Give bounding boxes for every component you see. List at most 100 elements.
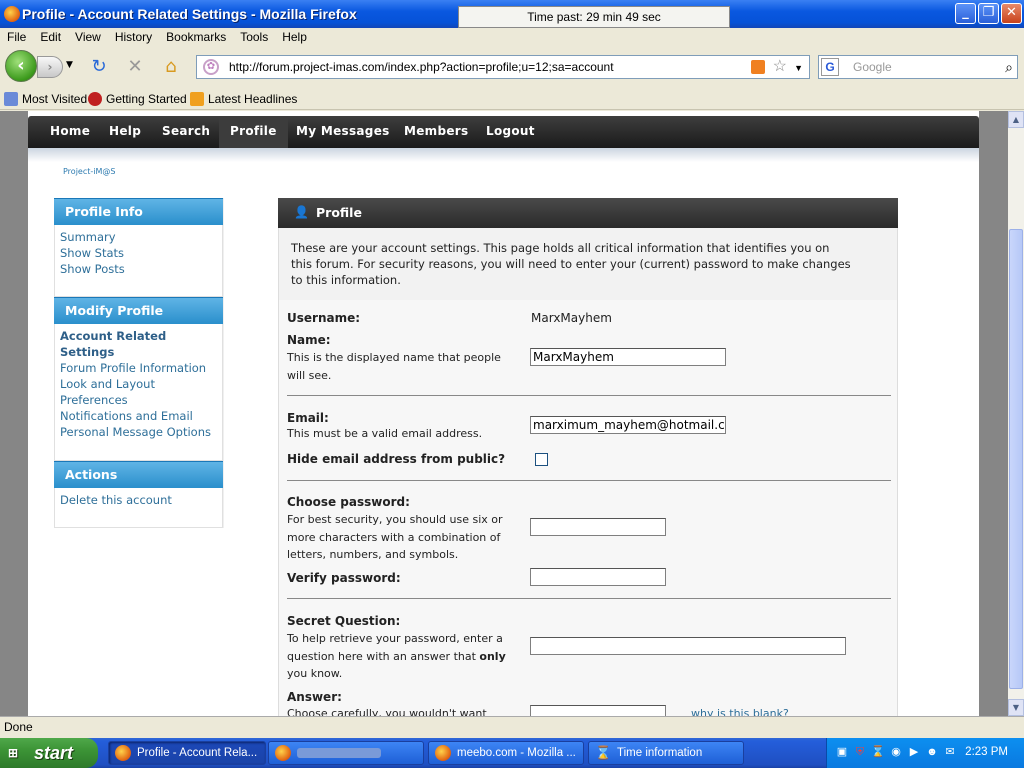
firefox-icon <box>275 745 291 761</box>
page-scrollbar[interactable]: ▲ ▼ <box>1008 111 1024 716</box>
task-time-information[interactable]: ⌛ Time information <box>588 741 744 765</box>
sidebar-link-account-related-line1[interactable]: Account Related <box>60 328 166 344</box>
search-magnifier-icon[interactable]: ⌕ <box>1005 56 1013 78</box>
menu-history[interactable]: History <box>108 28 159 44</box>
secret-question-label: Secret Question: <box>287 614 401 628</box>
forward-button[interactable]: › <box>37 56 63 78</box>
brand-logo[interactable]: Project-iM@S <box>63 167 115 176</box>
sidebar-heading-profile-info: Profile Info <box>54 198 223 225</box>
clock: 2:23 PM <box>965 746 1008 758</box>
nav-home[interactable]: Home <box>39 116 101 148</box>
messenger-icon[interactable]: ☻ <box>925 745 939 759</box>
answer-input[interactable] <box>530 705 666 716</box>
bookmark-latest-headlines[interactable]: Latest Headlines <box>190 92 297 106</box>
sidebar-heading-actions: Actions <box>54 461 223 488</box>
search-placeholder: Google <box>853 60 892 74</box>
media-icon[interactable]: ▶ <box>907 745 921 759</box>
name-description: This is the displayed name that people w… <box>287 351 501 382</box>
back-button[interactable]: ‹ <box>5 50 37 82</box>
firefox-icon <box>115 745 131 761</box>
username-value: MarxMayhem <box>531 311 612 325</box>
choose-password-input[interactable] <box>530 518 666 536</box>
status-bar: Done <box>0 716 1024 738</box>
search-engine-icon[interactable]: G <box>821 58 839 76</box>
profile-panel: 👤 Profile These are your account setting… <box>278 198 898 716</box>
network-icon[interactable]: ▣ <box>835 745 849 759</box>
answer-label: Answer: <box>287 690 342 704</box>
secret-question-input[interactable] <box>530 637 846 655</box>
im-icon[interactable]: ✉ <box>943 745 957 759</box>
forum-page: Home Help Search Profile My Messages Mem… <box>28 111 979 716</box>
sidebar-link-show-posts[interactable]: Show Posts <box>60 261 125 277</box>
bookmark-star-icon[interactable]: ☆ <box>773 56 787 78</box>
choose-password-label: Choose password: <box>287 495 410 509</box>
firefox-icon <box>4 6 20 22</box>
url-dropdown-icon[interactable]: ▼ <box>794 57 803 79</box>
rss-bookmark-icon <box>190 92 204 106</box>
firefox-bookmark-icon <box>88 92 102 106</box>
name-input[interactable]: MarxMayhem <box>530 348 726 366</box>
nav-help[interactable]: Help <box>98 116 152 148</box>
hide-email-checkbox[interactable] <box>535 453 548 466</box>
intro-text: These are your account settings. This pa… <box>291 241 851 287</box>
shield-icon[interactable]: ⛨ <box>853 745 867 759</box>
close-button[interactable]: ✕ <box>1001 3 1022 24</box>
sidebar-link-account-related-line2[interactable]: Settings <box>60 344 114 360</box>
speaker-icon[interactable]: ◉ <box>889 745 903 759</box>
nav-members[interactable]: Members <box>393 116 479 148</box>
sidebar-box-modify-profile: Account Related Settings Forum Profile I… <box>54 324 223 461</box>
nav-profile[interactable]: Profile <box>219 116 288 148</box>
rss-feed-icon[interactable] <box>751 60 765 74</box>
folder-icon <box>4 92 18 106</box>
url-bar[interactable]: ✿ http://forum.project-imas.com/index.ph… <box>196 55 810 79</box>
sidebar-link-show-stats[interactable]: Show Stats <box>60 245 124 261</box>
scroll-down-icon[interactable]: ▼ <box>1008 699 1024 716</box>
nav-my-messages[interactable]: My Messages <box>285 116 401 148</box>
site-nav: Home Help Search Profile My Messages Mem… <box>28 116 979 148</box>
search-box[interactable]: G Google ⌕ <box>818 55 1018 79</box>
restore-button[interactable]: ❐ <box>978 3 999 24</box>
sidebar-link-delete-account[interactable]: Delete this account <box>60 492 172 508</box>
menu-edit[interactable]: Edit <box>33 28 68 44</box>
hourglass-icon[interactable]: ⌛ <box>871 745 885 759</box>
reload-icon[interactable]: ↻ <box>88 56 110 78</box>
email-description: This must be a valid email address. <box>287 427 483 440</box>
scroll-thumb[interactable] <box>1009 229 1023 689</box>
sidebar-link-summary[interactable]: Summary <box>60 229 116 245</box>
window-title: Profile - Account Related Settings - Moz… <box>22 6 357 22</box>
profile-header: 👤 Profile <box>278 198 898 228</box>
email-label: Email: <box>287 411 329 425</box>
divider <box>287 598 891 599</box>
sidebar-link-notifications[interactable]: Notifications and Email <box>60 408 193 424</box>
sidebar-link-preferences[interactable]: Preferences <box>60 392 128 408</box>
verify-password-input[interactable] <box>530 568 666 586</box>
menu-view[interactable]: View <box>68 28 108 44</box>
minimize-button[interactable]: _ <box>955 3 976 24</box>
task-meebo[interactable]: meebo.com - Mozilla ... <box>428 741 584 765</box>
scroll-up-icon[interactable]: ▲ <box>1008 111 1024 128</box>
menu-tools[interactable]: Tools <box>233 28 275 44</box>
system-tray: ▣ ⛨ ⌛ ◉ ▶ ☻ ✉ 2:23 PM <box>826 738 1024 768</box>
home-icon[interactable]: ⌂ <box>160 56 182 78</box>
stop-icon[interactable]: ✕ <box>124 56 146 78</box>
sidebar-link-pm-options[interactable]: Personal Message Options <box>60 424 211 440</box>
divider <box>287 480 891 481</box>
bookmark-most-visited[interactable]: Most Visited <box>4 92 87 106</box>
history-dropdown-icon[interactable]: ▼ <box>66 60 73 70</box>
sidebar-link-look-and-layout[interactable]: Look and Layout <box>60 376 155 392</box>
bookmark-getting-started[interactable]: Getting Started <box>88 92 187 106</box>
email-input[interactable]: marximum_mayhem@hotmail.c <box>530 416 726 434</box>
nav-logout[interactable]: Logout <box>475 116 546 148</box>
start-button[interactable]: ⊞ start <box>0 738 98 768</box>
windows-logo-icon: ⊞ <box>8 746 19 760</box>
menu-bookmarks[interactable]: Bookmarks <box>159 28 233 44</box>
why-blank-link[interactable]: why is this blank? <box>691 707 789 716</box>
secret-question-description: To help retrieve your password, enter a … <box>287 632 506 680</box>
task-firefox-blurred[interactable] <box>268 741 424 765</box>
menu-file[interactable]: File <box>0 28 33 44</box>
nav-search[interactable]: Search <box>151 116 221 148</box>
task-firefox-profile[interactable]: Profile - Account Rela... <box>108 741 266 765</box>
menu-help[interactable]: Help <box>275 28 314 44</box>
sidebar-link-forum-profile[interactable]: Forum Profile Information <box>60 360 206 376</box>
username-label: Username: <box>287 311 361 325</box>
